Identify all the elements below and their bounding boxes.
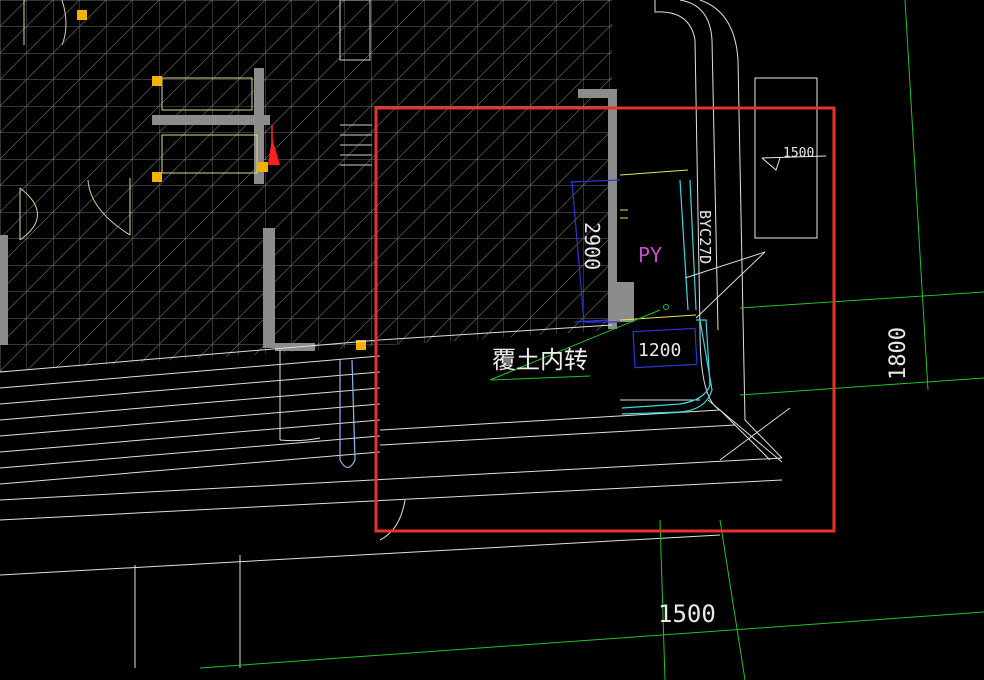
cad-drawing-canvas[interactable]: 1500 2900 PY BYC27D 覆土内转 1200 1800 1500: [0, 0, 984, 680]
dim-1200-label: 1200: [638, 340, 681, 361]
dim-2900-label: 2900: [580, 222, 604, 270]
tag-byc27d: BYC27D: [696, 210, 714, 264]
dim-1500-bottom-label: 1500: [658, 600, 716, 628]
callout-text: 覆土内转: [492, 346, 588, 374]
dim-1500-label: 1500: [783, 146, 814, 161]
tag-py: PY: [638, 243, 662, 267]
floor-tile-hatch: [0, 0, 612, 372]
dim-1800-label: 1800: [886, 327, 911, 380]
